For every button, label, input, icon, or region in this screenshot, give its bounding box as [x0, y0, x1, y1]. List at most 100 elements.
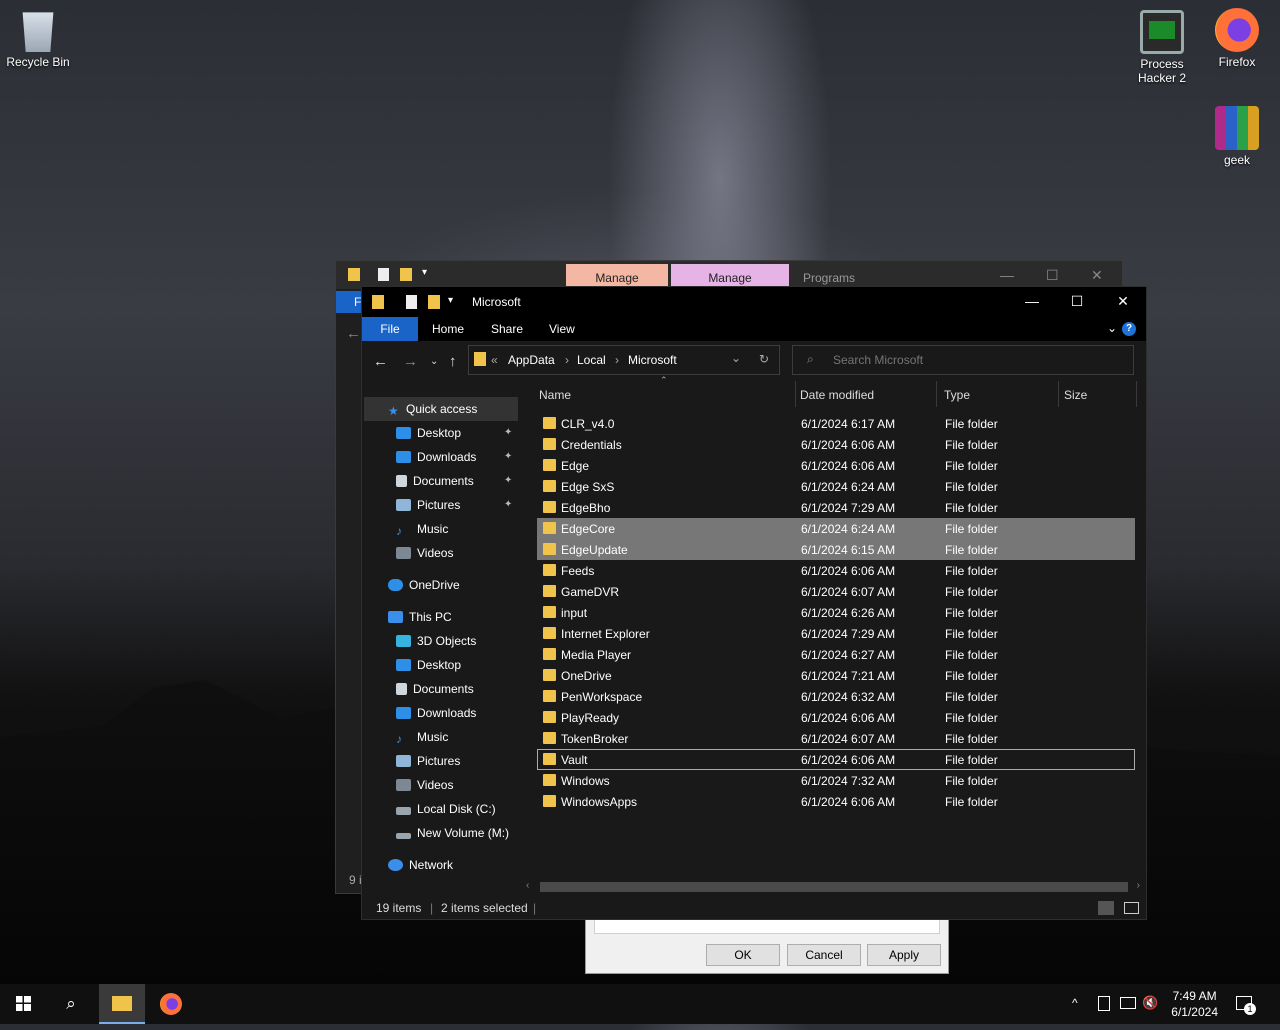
address-bar[interactable]: « AppData › Local › Microsoft ⌄ ↻	[468, 345, 780, 375]
list-item[interactable]: PenWorkspace 6/1/2024 6:32 AM File folder	[537, 686, 1135, 707]
list-item[interactable]: Internet Explorer 6/1/2024 7:29 AM File fo…	[537, 623, 1135, 644]
desktop-icon-geek[interactable]: geek	[1199, 106, 1275, 167]
tab-share[interactable]: Share	[491, 317, 523, 341]
background-window-titlebar[interactable]: ▾ Manage Manage Programs — ☐ ✕	[336, 261, 1122, 289]
list-item[interactable]: Vault 6/1/2024 6:06 AM File folder	[537, 749, 1135, 770]
nav-3d-objects[interactable]: 3D Objects	[396, 630, 476, 652]
start-button[interactable]	[0, 984, 46, 1024]
maximize-icon[interactable]: ☐	[1046, 267, 1059, 284]
forward-arrow-icon[interactable]: →	[403, 353, 418, 370]
nav-pc-music[interactable]: ♪ Music	[396, 726, 448, 748]
breadcrumb-microsoft[interactable]: Microsoft	[628, 353, 677, 367]
list-item[interactable]: EdgeCore 6/1/2024 6:24 AM File folder	[537, 518, 1135, 539]
breadcrumb-separator-icon[interactable]: ›	[615, 353, 619, 367]
list-item[interactable]: EdgeUpdate 6/1/2024 6:15 AM File folder	[537, 539, 1135, 560]
column-header-date[interactable]: Date modified	[795, 381, 937, 407]
customize-toolbar-icon[interactable]: ▾	[422, 267, 427, 278]
column-header-type[interactable]: Type	[937, 381, 1059, 407]
nav-onedrive[interactable]: OneDrive	[388, 574, 460, 596]
scrollbar-thumb[interactable]	[540, 882, 1128, 892]
pin-icon[interactable]: ✦	[504, 422, 512, 444]
refresh-icon[interactable]: ↻	[759, 352, 769, 366]
tab-file[interactable]: File	[362, 317, 418, 341]
pin-icon[interactable]: ✦	[504, 470, 512, 492]
desktop-icon-process-hacker[interactable]: Process Hacker 2	[1124, 10, 1200, 85]
list-item[interactable]: Edge SxS 6/1/2024 6:24 AM File folder	[537, 476, 1135, 497]
close-icon[interactable]: ✕	[1113, 293, 1133, 310]
scroll-right-icon[interactable]: ›	[1137, 880, 1140, 891]
show-hidden-icons-icon[interactable]: ^	[1072, 996, 1078, 1010]
recent-locations-icon[interactable]: ⌄	[430, 356, 438, 367]
background-file-tab[interactable]: F	[336, 291, 362, 313]
list-item[interactable]: Credentials 6/1/2024 6:06 AM File folder	[537, 434, 1135, 455]
column-header-size[interactable]: Size	[1057, 381, 1137, 407]
nav-quick-access[interactable]: ★ Quick access	[388, 398, 477, 420]
nav-videos[interactable]: Videos	[396, 542, 453, 564]
list-item[interactable]: Feeds 6/1/2024 6:06 AM File folder	[537, 560, 1135, 581]
up-arrow-icon[interactable]: ↑	[449, 353, 457, 370]
search-button[interactable]: ⌕	[48, 984, 94, 1024]
desktop-icon-recycle-bin[interactable]: Recycle Bin	[0, 8, 76, 69]
list-item[interactable]: EdgeBho 6/1/2024 7:29 AM File folder	[537, 497, 1135, 518]
large-icons-view-icon[interactable]	[1124, 902, 1139, 914]
list-item[interactable]: Media Player 6/1/2024 6:27 AM File folder	[537, 644, 1135, 665]
nav-pc-desktop[interactable]: Desktop	[396, 654, 461, 676]
breadcrumb-separator-icon[interactable]: ›	[565, 353, 569, 367]
minimize-icon[interactable]: —	[1022, 293, 1042, 309]
taskbar-file-explorer[interactable]	[99, 984, 145, 1024]
new-folder-icon[interactable]	[428, 295, 440, 309]
tab-view[interactable]: View	[549, 317, 575, 341]
nav-this-pc[interactable]: This PC	[388, 606, 452, 628]
nav-pc-pictures[interactable]: Pictures	[396, 750, 460, 772]
nav-new-volume-m[interactable]: New Volume (M:)	[396, 822, 509, 844]
volume-muted-icon[interactable]: 🔇	[1142, 995, 1158, 1011]
address-overflow[interactable]: «	[491, 353, 498, 367]
nav-music[interactable]: ♪ Music	[396, 518, 448, 540]
list-item[interactable]: OneDrive 6/1/2024 7:21 AM File folder	[537, 665, 1135, 686]
back-arrow-icon[interactable]: ←	[373, 353, 388, 370]
pin-icon[interactable]: ✦	[504, 446, 512, 468]
apply-button[interactable]: Apply	[867, 944, 941, 966]
ok-button[interactable]: OK	[706, 944, 780, 966]
help-icon[interactable]: ?	[1122, 322, 1136, 336]
horizontal-scrollbar[interactable]: ‹ ›	[522, 879, 1144, 895]
nav-local-disk-c[interactable]: Local Disk (C:)	[396, 798, 496, 820]
list-item[interactable]: CLR_v4.0 6/1/2024 6:17 AM File folder	[537, 413, 1135, 434]
pin-icon[interactable]: ✦	[504, 494, 512, 516]
cancel-button[interactable]: Cancel	[787, 944, 861, 966]
clock[interactable]: 7:49 AM 6/1/2024	[1171, 988, 1218, 1020]
list-item[interactable]: GameDVR 6/1/2024 6:07 AM File folder	[537, 581, 1135, 602]
list-item[interactable]: input 6/1/2024 6:26 AM File folder	[537, 602, 1135, 623]
list-item[interactable]: Windows 6/1/2024 7:32 AM File folder	[537, 770, 1135, 791]
search-input[interactable]	[831, 351, 1125, 369]
expand-ribbon-icon[interactable]: ⌄	[1107, 321, 1117, 335]
properties-dialog[interactable]: OK Cancel Apply	[585, 918, 949, 974]
details-view-icon[interactable]	[1098, 901, 1114, 915]
close-icon[interactable]: ✕	[1091, 267, 1103, 284]
tab-home[interactable]: Home	[432, 317, 464, 341]
network-icon[interactable]	[1120, 997, 1136, 1009]
taskbar-firefox[interactable]	[148, 984, 194, 1024]
nav-documents[interactable]: Documents ✦	[396, 470, 512, 492]
chevron-down-icon[interactable]: ⌄	[731, 351, 741, 365]
scroll-left-icon[interactable]: ‹	[526, 880, 529, 891]
device-icon[interactable]	[1098, 996, 1110, 1011]
customize-toolbar-icon[interactable]: ▾	[448, 295, 453, 306]
list-item[interactable]: WindowsApps 6/1/2024 6:06 AM File folder	[537, 791, 1135, 812]
search-box[interactable]: ⌕	[792, 345, 1134, 375]
nav-pc-documents[interactable]: Documents	[396, 678, 474, 700]
nav-pc-downloads[interactable]: Downloads	[396, 702, 476, 724]
list-item[interactable]: PlayReady 6/1/2024 6:06 AM File folder	[537, 707, 1135, 728]
nav-desktop[interactable]: Desktop ✦	[396, 422, 512, 444]
list-item[interactable]: Edge 6/1/2024 6:06 AM File folder	[537, 455, 1135, 476]
explorer-window[interactable]: ▾ Microsoft — ☐ ✕ File Home Share View ⌄…	[361, 286, 1147, 920]
back-arrow-icon[interactable]: ←	[346, 325, 361, 342]
breadcrumb-appdata[interactable]: AppData	[508, 353, 555, 367]
column-header-name[interactable]: Name	[537, 381, 796, 407]
properties-icon[interactable]	[406, 295, 417, 309]
nav-downloads[interactable]: Downloads ✦	[396, 446, 512, 468]
list-item[interactable]: TokenBroker 6/1/2024 6:07 AM File folder	[537, 728, 1135, 749]
nav-network[interactable]: Network	[388, 854, 453, 876]
breadcrumb-local[interactable]: Local	[577, 353, 606, 367]
nav-pictures[interactable]: Pictures ✦	[396, 494, 512, 516]
